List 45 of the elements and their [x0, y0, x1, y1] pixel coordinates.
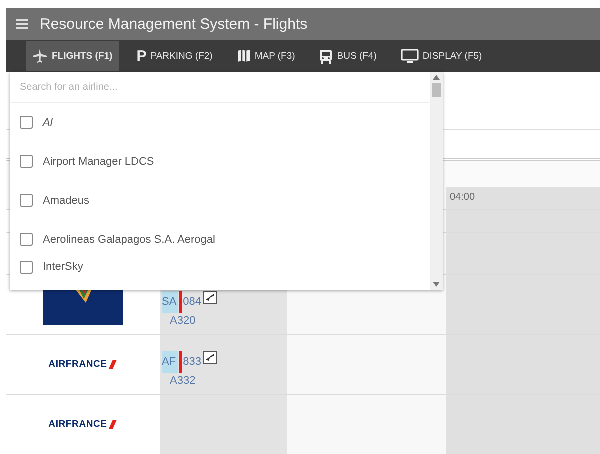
scroll-up-icon	[433, 75, 440, 80]
airline-name: Amadeus	[43, 194, 90, 206]
nav-tab[interactable]: BUS (F4)	[313, 41, 383, 71]
airline-wordmark: AIRFRANCE	[48, 359, 108, 370]
airline-name: InterSky	[43, 261, 84, 273]
airline-option[interactable]: InterSky	[10, 259, 430, 283]
search-field[interactable]: Search for an airline...	[10, 72, 430, 103]
scroll-thumb[interactable]	[432, 83, 441, 97]
checkbox[interactable]	[20, 233, 33, 246]
flight-bar[interactable]: SA 084	[162, 291, 202, 313]
checkbox[interactable]	[20, 155, 33, 168]
plane-box-icon	[203, 351, 218, 364]
nav-tab[interactable]: DISPLAY (F5)	[394, 41, 488, 71]
checkbox[interactable]	[20, 261, 33, 274]
nav-tab[interactable]: MAP (F3)	[230, 41, 302, 71]
nav-tab[interactable]: FLIGHTS (F1)	[26, 41, 119, 71]
airline-option[interactable]: Amadeus	[10, 181, 430, 220]
nav-tab[interactable]: P PARKING (F2)	[130, 41, 219, 71]
airline-option[interactable]: Aerolineas Galapagos S.A. Aerogal	[10, 220, 430, 259]
window-title: Resource Management System - Flights	[40, 16, 308, 32]
monitor-icon	[400, 48, 419, 64]
airline-option[interactable]: Al	[10, 103, 430, 142]
menu-icon	[16, 19, 28, 29]
time-marker	[178, 351, 182, 373]
checkbox[interactable]	[20, 116, 33, 129]
scrollbar[interactable]	[430, 72, 443, 290]
time-marker	[178, 291, 182, 313]
flight-bar[interactable]: AF 833	[162, 351, 202, 373]
airline-wordmark: AIRFRANCE	[48, 419, 108, 430]
aircraft-type: A320	[169, 315, 197, 327]
airline-name: Al	[43, 116, 53, 128]
airline-name: Aerolineas Galapagos S.A. Aerogal	[43, 234, 216, 246]
map-icon	[236, 49, 251, 63]
scroll-down-icon	[433, 282, 440, 287]
parking-icon: P	[136, 48, 147, 64]
menu-button[interactable]	[14, 17, 30, 31]
slash-mark	[109, 360, 118, 369]
airline-name: Airport Manager LDCS	[43, 156, 154, 168]
airplane-icon	[32, 48, 48, 64]
airline-option[interactable]: Airport Manager LDCS	[10, 142, 430, 181]
slash-mark	[109, 420, 118, 429]
time-label: 04:00	[449, 192, 476, 203]
checkbox[interactable]	[20, 194, 33, 207]
aircraft-type: A332	[169, 375, 197, 387]
bus-icon	[319, 48, 334, 64]
